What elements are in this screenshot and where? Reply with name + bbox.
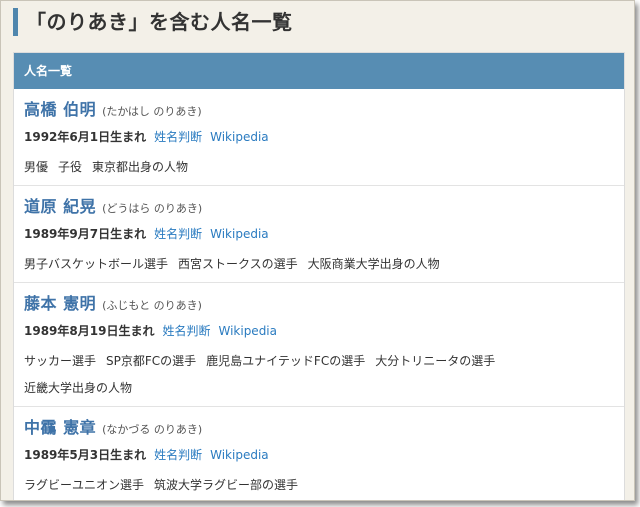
person-reading: (たかはし のりあき) xyxy=(102,105,202,118)
person-entry: 中靍 憲章 (なかづる のりあき) 1989年5月3日生まれ 姓名判断 Wikiped… xyxy=(14,407,624,500)
list-header: 人名一覧 xyxy=(14,53,624,89)
birth-date: 1989年8月19日生まれ xyxy=(24,324,155,338)
person-reading: (ふじもと のりあき) xyxy=(102,299,202,312)
category-tag: SP京都FCの選手 xyxy=(106,354,197,368)
birth-date: 1989年5月3日生まれ xyxy=(24,448,147,462)
category-tag: 男子バスケットボール選手 xyxy=(24,257,169,271)
wikipedia-link[interactable]: Wikipedia xyxy=(210,130,269,144)
category-list: サッカー選手 SP京都FCの選手 鹿児島ユナイテッドFCの選手 大分トリニータの選手近… xyxy=(24,348,614,406)
category-tag: ラグビーユニオン選手 xyxy=(24,478,145,492)
person-entry: 道原 紀晃 (どうはら のりあき) 1989年9月7日生まれ 姓名判断 Wikiped… xyxy=(14,186,624,283)
category-tag: 東京都出身の人物 xyxy=(92,160,189,174)
person-name-link[interactable]: 高橋 伯明 xyxy=(24,100,96,119)
category-tag: 近畿大学出身の人物 xyxy=(24,381,133,395)
category-tag: サッカー選手 xyxy=(24,354,97,368)
person-entry: 高橋 伯明 (たかはし のりあき) 1992年6月1日生まれ 姓名判断 Wikiped… xyxy=(14,89,624,186)
category-list: ラグビーユニオン選手 筑波大学ラグビー部の選手 xyxy=(24,472,614,500)
category-tag: 筑波大学ラグビー部の選手 xyxy=(154,478,299,492)
category-tag: 男優 xyxy=(24,160,49,174)
person-name-link[interactable]: 藤本 憲明 xyxy=(24,294,96,313)
birth-date: 1992年6月1日生まれ xyxy=(24,130,147,144)
category-tag: 鹿児島ユナイテッドFCの選手 xyxy=(206,354,366,368)
page-title: 「のりあき」を含む人名一覧 xyxy=(13,8,293,36)
wikipedia-link[interactable]: Wikipedia xyxy=(218,324,277,338)
category-tag: 大阪商業大学出身の人物 xyxy=(307,257,440,271)
category-tag: 西宮ストークスの選手 xyxy=(178,257,298,271)
person-entry: 藤本 憲明 (ふじもと のりあき) 1989年8月19日生まれ 姓名判断 Wikipe… xyxy=(14,283,624,407)
birth-date: 1989年9月7日生まれ xyxy=(24,227,147,241)
person-reading: (どうはら のりあき) xyxy=(102,202,203,215)
seimei-handan-link[interactable]: 姓名判断 xyxy=(154,227,202,241)
seimei-handan-link[interactable]: 姓名判断 xyxy=(162,324,210,338)
page-frame: 「のりあき」を含む人名一覧 人名一覧 高橋 伯明 (たかはし のりあき) 1992… xyxy=(0,0,635,501)
category-tag: 子役 xyxy=(58,160,83,174)
category-tag: 大分トリニータの選手 xyxy=(375,354,496,368)
category-list: 男子バスケットボール選手 西宮ストークスの選手 大阪商業大学出身の人物 xyxy=(24,251,614,282)
wikipedia-link[interactable]: Wikipedia xyxy=(210,448,269,462)
seimei-handan-link[interactable]: 姓名判断 xyxy=(154,130,202,144)
category-list: 男優 子役 東京都出身の人物 xyxy=(24,154,614,185)
wikipedia-link[interactable]: Wikipedia xyxy=(210,227,269,241)
person-name-link[interactable]: 道原 紀晃 xyxy=(24,197,96,216)
seimei-handan-link[interactable]: 姓名判断 xyxy=(154,448,202,462)
person-name-link[interactable]: 中靍 憲章 xyxy=(24,418,96,437)
person-reading: (なかづる のりあき) xyxy=(102,423,203,436)
person-list: 人名一覧 高橋 伯明 (たかはし のりあき) 1992年6月1日生まれ 姓名判断 Wi… xyxy=(13,52,625,500)
